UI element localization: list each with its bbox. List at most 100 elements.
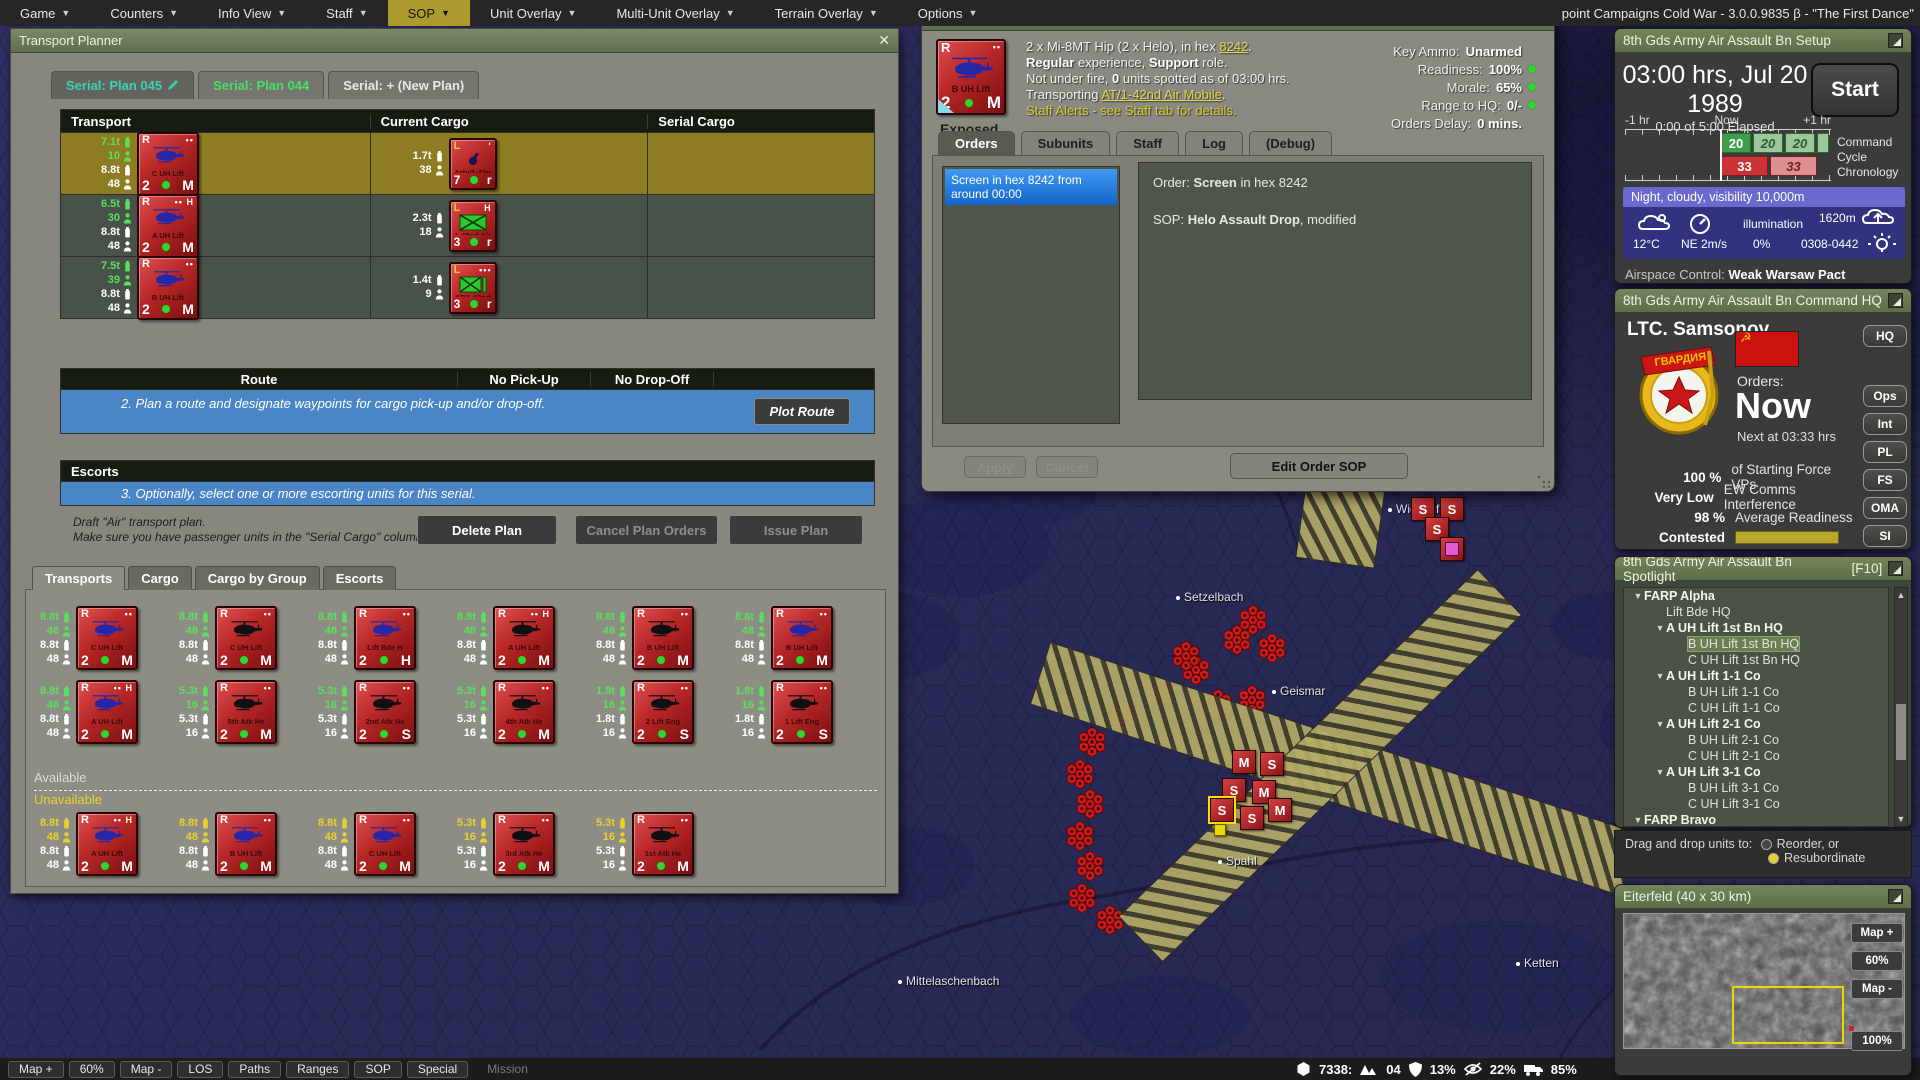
- cargo-chip[interactable]: 1.7t 38 L' Arty/1-42n 7r: [413, 138, 497, 190]
- serial-cargo-cell[interactable]: [647, 133, 874, 194]
- tree-item-c-uh-lift-3-1-co[interactable]: C UH Lift 3-1 Co: [1624, 796, 1888, 812]
- unit-chip[interactable]: 5.3t 16 5.3t 16 R•• 4th Atk He 2M: [457, 680, 596, 744]
- apply-button[interactable]: Apply: [964, 456, 1026, 478]
- minimap-60-button[interactable]: 60%: [1851, 951, 1903, 971]
- menu-multi-unit-overlay[interactable]: Multi-Unit Overlay▼: [596, 0, 754, 26]
- pool-tab-transports[interactable]: Transports: [32, 566, 125, 590]
- tree-item-b-uh-lift-1-1-co[interactable]: B UH Lift 1-1 Co: [1624, 684, 1888, 700]
- spotlight-panel-header[interactable]: 8th Gds Army Air Assault Bn Spotlight [F…: [1615, 557, 1911, 581]
- unit-counter[interactable]: R•• B UH Lift 2M: [936, 39, 1006, 115]
- unit-counter[interactable]: R•• C UH Lift 2M: [215, 606, 277, 670]
- unit-tree[interactable]: ▼FARP AlphaLift Bde HQ▼A UH Lift 1st Bn …: [1623, 587, 1889, 827]
- unit-chip[interactable]: 8.8t 48 8.8t 48 R•• C UH Lift 2M: [179, 606, 318, 670]
- minimap-100-button[interactable]: 100%: [1851, 1031, 1903, 1051]
- command-panel-header[interactable]: 8th Gds Army Air Assault Bn Command HQ: [1615, 289, 1911, 313]
- side-button-fs[interactable]: FS: [1863, 469, 1907, 491]
- tab-subunits[interactable]: Subunits: [1021, 131, 1111, 155]
- statusbar-los-button[interactable]: LOS: [177, 1061, 223, 1078]
- pool-tab-cargo-by-group[interactable]: Cargo by Group: [195, 566, 320, 590]
- menu-staff[interactable]: Staff▼: [306, 0, 387, 26]
- tab-log[interactable]: Log: [1185, 131, 1243, 155]
- tree-item-lift-bde-hq[interactable]: Lift Bde HQ: [1624, 604, 1888, 620]
- minimap-panel-header[interactable]: Eiterfeld (40 x 30 km): [1615, 885, 1911, 909]
- map-unit-counter[interactable]: [1214, 824, 1226, 836]
- transport-cell[interactable]: 7.5t 39 8.8t 48 R•• B UH Lift 2M: [61, 257, 370, 318]
- unit-chip[interactable]: 5.3t 16 5.3t 16 R•• 2nd Atk He 2S: [318, 680, 457, 744]
- transport-cell[interactable]: 6.5t 30 8.8t 48 R•• H A UH Lift 2M: [61, 195, 370, 256]
- map-unit-counter[interactable]: S: [1210, 798, 1234, 822]
- tree-item-a-uh-lift-1st-bn-hq[interactable]: ▼A UH Lift 1st Bn HQ: [1624, 620, 1888, 636]
- statusbar-special-button[interactable]: Special: [407, 1061, 468, 1078]
- unit-counter[interactable]: R•• Lift Bde H 2H: [354, 606, 416, 670]
- unit-counter[interactable]: R•• 1 Lift Eng 2S: [771, 680, 833, 744]
- unit-counter[interactable]: R•• 3rd Atk He 2M: [493, 812, 555, 876]
- unit-counter[interactable]: R•• 1st Atk He 2M: [632, 812, 694, 876]
- unit-counter[interactable]: R•• C UH Lift 2M: [137, 132, 199, 196]
- unit-chip[interactable]: 8.8t 48 8.8t 48 R•• H A UH Lift 2M: [457, 606, 596, 670]
- transport-row[interactable]: 7.1t 10 8.8t 48 R•• C UH Lift 2M 1.7t 38…: [61, 132, 874, 194]
- tree-item-c-uh-lift-1-1-co[interactable]: C UH Lift 1-1 Co: [1624, 700, 1888, 716]
- serial-cargo-cell[interactable]: [647, 257, 874, 318]
- unit-chip[interactable]: 8.8t 48 8.8t 48 R•• H A UH Lift 2M: [40, 680, 179, 744]
- map-unit-counter[interactable]: [1440, 537, 1464, 561]
- scroll-up-icon[interactable]: ▲: [1895, 588, 1907, 602]
- statusbar-map-button[interactable]: Map +: [8, 1061, 64, 1078]
- tab-staff[interactable]: Staff: [1116, 131, 1179, 155]
- panel-toggle-icon[interactable]: [1888, 889, 1903, 904]
- unit-chip[interactable]: 8.8t 48 8.8t 48 R•• B UH Lift 2M: [735, 606, 874, 670]
- menu-info-view[interactable]: Info View▼: [198, 0, 306, 26]
- hex-link[interactable]: 8242: [1219, 39, 1248, 54]
- serial-tab-serial-plan-044[interactable]: Serial: Plan 044: [198, 71, 324, 99]
- statusbar-60-button[interactable]: 60%: [69, 1061, 115, 1078]
- unit-chip[interactable]: 8.8t 48 8.8t 48 R•• B UH Lift 2M: [179, 812, 318, 876]
- unit-chip[interactable]: 6.5t 30 8.8t 48 R•• H A UH Lift 2M: [101, 194, 199, 258]
- mission-button[interactable]: Mission: [487, 1062, 528, 1076]
- start-button[interactable]: Start: [1811, 63, 1899, 117]
- tree-item-b-uh-lift-1st-bn-hq[interactable]: B UH Lift 1st Bn HQ: [1624, 636, 1888, 652]
- serial-tab-serial-plan-045[interactable]: Serial: Plan 045: [51, 71, 194, 99]
- unit-chip[interactable]: 5.3t 16 5.3t 16 R•• 3rd Atk He 2M: [457, 812, 596, 876]
- unit-counter[interactable]: R•• B UH Lift 2M: [137, 256, 199, 320]
- cargo-chip[interactable]: 2.3t 18 LH 1-42nd Air 3r: [413, 200, 497, 252]
- order-list[interactable]: Screen in hex 8242 from around 00:00: [942, 166, 1120, 424]
- unit-counter[interactable]: R•• 5th Atk He 2M: [215, 680, 277, 744]
- minimap-map-button[interactable]: Map +: [1851, 923, 1903, 943]
- tree-item-b-uh-lift-2-1-co[interactable]: B UH Lift 2-1 Co: [1624, 732, 1888, 748]
- tree-item-a-uh-lift-2-1-co[interactable]: ▼A UH Lift 2-1 Co: [1624, 716, 1888, 732]
- tab-orders[interactable]: Orders: [938, 131, 1015, 155]
- cargo-counter[interactable]: L' Arty/1-42n 7r: [449, 138, 497, 190]
- current-cargo-cell[interactable]: 1.7t 38 L' Arty/1-42n 7r: [370, 133, 648, 194]
- edit-order-sop-button[interactable]: Edit Order SOP: [1230, 453, 1408, 479]
- tree-item-c-uh-lift-1st-bn-hq[interactable]: C UH Lift 1st Bn HQ: [1624, 652, 1888, 668]
- minimap-map-button[interactable]: Map -: [1851, 979, 1903, 999]
- transported-unit-link[interactable]: AT/1-42nd Air Mobile: [1101, 87, 1221, 102]
- serial-tab-serial-new-plan[interactable]: Serial: + (New Plan): [328, 71, 479, 99]
- side-button-si[interactable]: SI: [1863, 525, 1907, 547]
- issue-plan-button[interactable]: Issue Plan: [729, 515, 863, 545]
- delete-plan-button[interactable]: Delete Plan: [417, 515, 557, 545]
- panel-toggle-icon[interactable]: [1888, 293, 1903, 308]
- unit-counter[interactable]: R•• C UH Lift 2M: [354, 812, 416, 876]
- unit-chip[interactable]: R•• B UH Lift 2M: [936, 39, 1006, 115]
- side-button-pl[interactable]: PL: [1863, 441, 1907, 463]
- panel-toggle-icon[interactable]: [1888, 33, 1903, 48]
- menu-terrain-overlay[interactable]: Terrain Overlay▼: [755, 0, 898, 26]
- cargo-counter[interactable]: L••• AT/1-42nd 3r: [449, 262, 497, 314]
- unit-counter[interactable]: R•• B UH Lift 2M: [771, 606, 833, 670]
- menu-sop[interactable]: SOP▼: [388, 0, 470, 26]
- unit-counter[interactable]: R•• 2nd Atk He 2S: [354, 680, 416, 744]
- menu-unit-overlay[interactable]: Unit Overlay▼: [470, 0, 596, 26]
- panel-toggle-icon[interactable]: [1888, 561, 1903, 576]
- cargo-chip[interactable]: 1.4t 9 L••• AT/1-42nd 3r: [413, 262, 497, 314]
- tree-item-farp-bravo[interactable]: ▼FARP Bravo: [1624, 812, 1888, 827]
- unit-chip[interactable]: 8.8t 48 8.8t 48 R•• B UH Lift 2M: [596, 606, 735, 670]
- statusbar-ranges-button[interactable]: Ranges: [286, 1061, 349, 1078]
- cargo-counter[interactable]: LH 1-42nd Air 3r: [449, 200, 497, 252]
- tree-item-c-uh-lift-2-1-co[interactable]: C UH Lift 2-1 Co: [1624, 748, 1888, 764]
- pool-tab-cargo[interactable]: Cargo: [128, 566, 192, 590]
- transport-row[interactable]: 7.5t 39 8.8t 48 R•• B UH Lift 2M 1.4t 9 …: [61, 256, 874, 318]
- current-cargo-cell[interactable]: 1.4t 9 L••• AT/1-42nd 3r: [370, 257, 648, 318]
- tab-debug[interactable]: (Debug): [1249, 131, 1332, 155]
- cancel-button[interactable]: Cancel: [1036, 456, 1098, 478]
- map-unit-counter[interactable]: S: [1240, 806, 1264, 830]
